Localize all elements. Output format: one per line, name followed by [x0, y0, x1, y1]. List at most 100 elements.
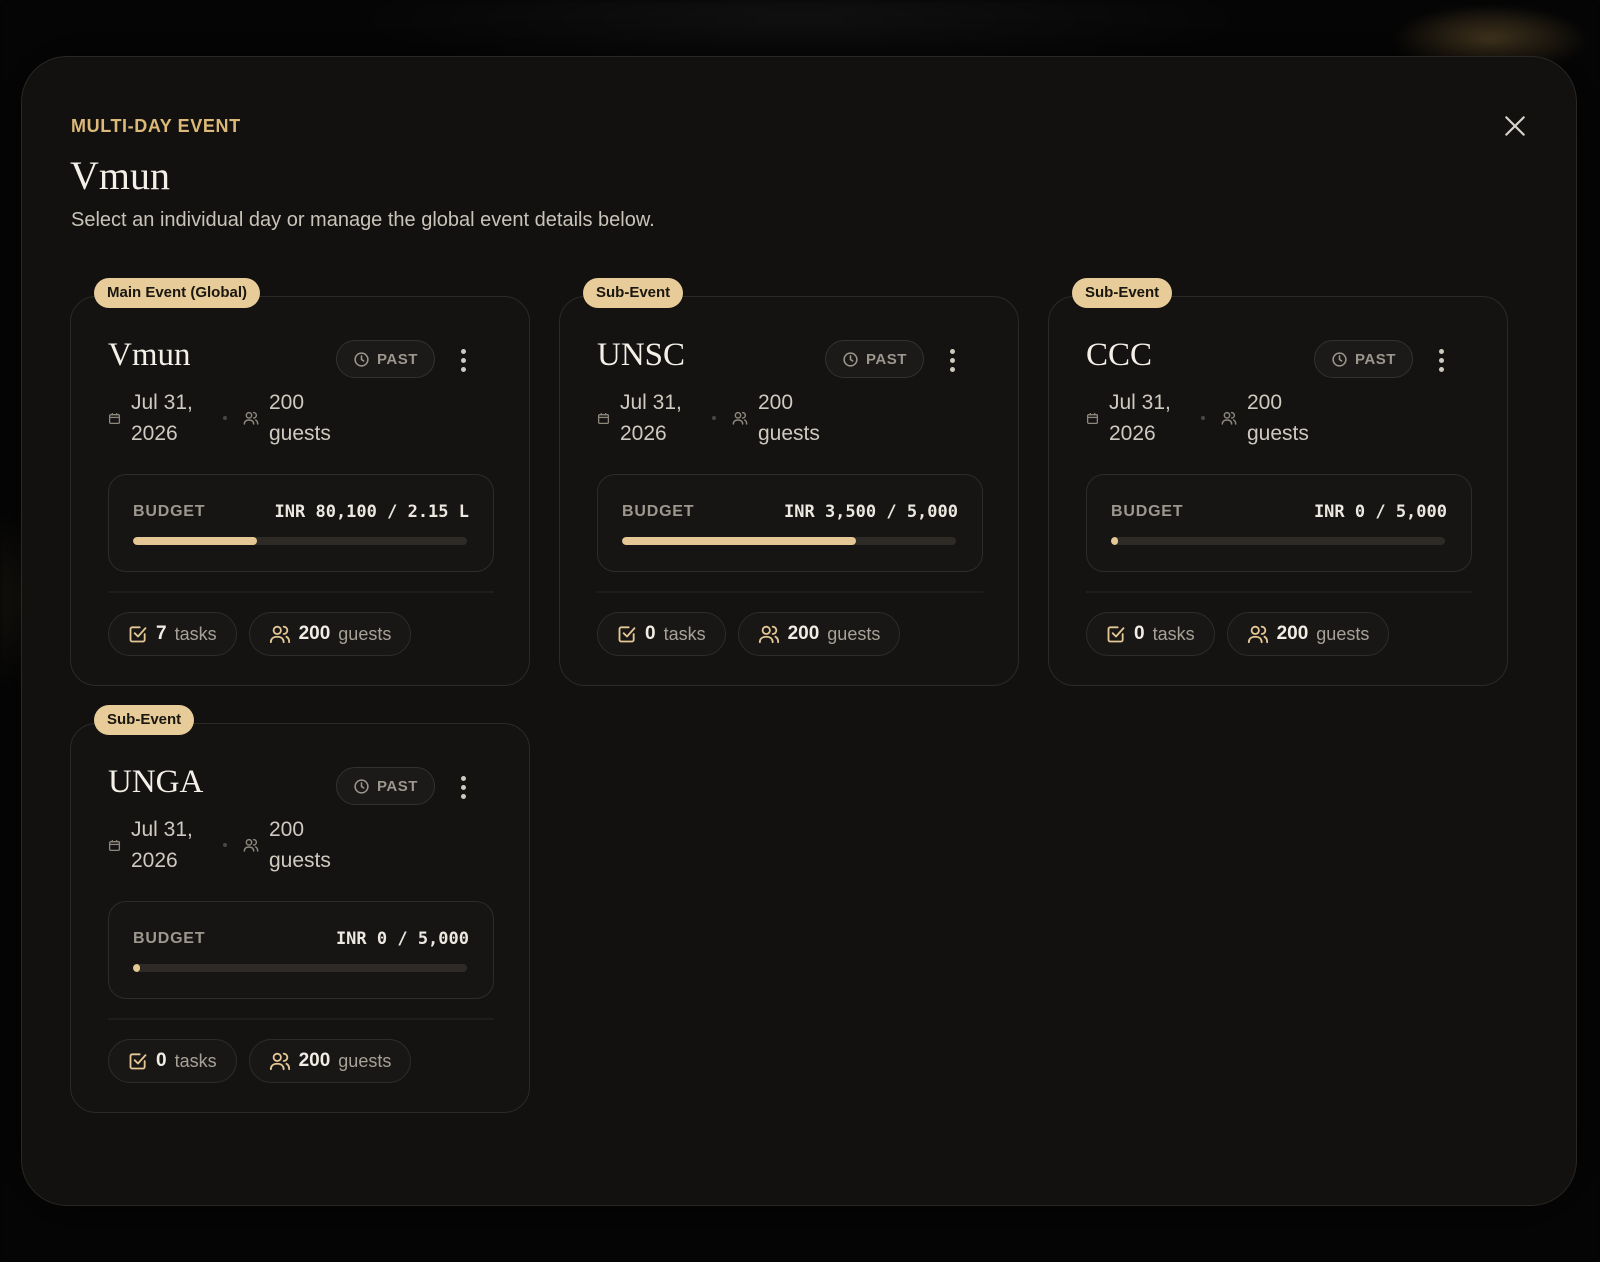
meta-separator [712, 416, 716, 420]
event-date: Jul 31, 2026 [131, 387, 207, 449]
close-icon [1505, 116, 1525, 136]
clock-icon [1332, 351, 1347, 367]
tasks-chip[interactable]: 0 tasks [108, 1039, 237, 1083]
more-vertical-icon [460, 775, 466, 781]
event-date: Jul 31, 2026 [620, 387, 696, 449]
card-chips: 7 tasks 200 guests [108, 612, 412, 656]
guests-count: 200 [787, 623, 820, 644]
modal-subtitle: Select an individual day or manage the g… [71, 209, 655, 231]
users-icon [269, 1052, 290, 1071]
guests-count: 200 [298, 1050, 331, 1071]
more-vertical-icon-dot [949, 366, 955, 372]
checkbox-icon [129, 1053, 147, 1070]
guests-suffix: guests [338, 1050, 392, 1071]
page-title: Vmun [70, 153, 170, 198]
guests-chip[interactable]: 200 guests [248, 1039, 412, 1083]
event-guests: 200 guests [758, 387, 820, 449]
checkbox-icon [129, 626, 147, 643]
event-card[interactable]: Sub-Event UNGA PAST Jul 31, 2026 200 gue… [70, 705, 530, 1113]
status-label: PAST [377, 350, 418, 368]
clock-icon [354, 351, 369, 367]
event-guests-line: 200 [1247, 391, 1283, 414]
more-options-button[interactable] [453, 770, 473, 804]
more-options-button[interactable] [942, 343, 962, 377]
status-label: PAST [866, 350, 907, 368]
more-vertical-icon [949, 348, 955, 354]
budget-label: BUDGET [133, 930, 206, 947]
card-chips: 0 tasks 200 guests [108, 1039, 412, 1083]
more-vertical-icon-dot [1438, 357, 1444, 363]
budget-label: BUDGET [133, 503, 206, 520]
more-options-button[interactable] [1431, 343, 1451, 377]
more-vertical-icon-dot [949, 357, 955, 363]
guests-suffix: guests [1316, 623, 1370, 644]
more-vertical-icon [1438, 348, 1444, 354]
event-name[interactable]: UNGA [108, 764, 203, 801]
users-icon [243, 838, 259, 852]
more-options-button[interactable] [453, 343, 473, 377]
budget-panel: BUDGET INR 0 / 5,000 [108, 901, 494, 999]
users-icon [758, 625, 779, 644]
users-icon [243, 411, 259, 425]
more-vertical-icon-dot [1438, 366, 1444, 372]
budget-panel: BUDGET INR 0 / 5,000 [1086, 474, 1472, 572]
more-vertical-icon-dot [460, 784, 466, 790]
close-button[interactable] [1498, 109, 1532, 143]
budget-progress-fill [133, 537, 257, 545]
tasks-chip[interactable]: 0 tasks [597, 612, 726, 656]
event-card[interactable]: Main Event (Global) Vmun PAST Jul 31, 20… [70, 278, 530, 686]
checkbox-icon [618, 626, 636, 643]
card-divider [1086, 591, 1472, 593]
guests-chip[interactable]: 200 guests [248, 612, 412, 656]
event-guests-line: 200 [758, 391, 794, 414]
tasks-suffix: tasks [174, 623, 217, 644]
users-icon [1247, 625, 1268, 644]
event-modal: MULTI-DAY EVENT Vmun Select an individua… [21, 56, 1577, 1206]
event-guests: 200 guests [269, 814, 331, 876]
calendar-icon [597, 412, 610, 424]
event-card[interactable]: Sub-Event UNSC PAST Jul 31, 2026 200 gue… [559, 278, 1019, 686]
budget-value: INR 0 / 5,000 [1313, 502, 1447, 522]
event-guests: 200 guests [269, 387, 331, 449]
event-type-badge: Sub-Event [1072, 278, 1173, 308]
guests-suffix: guests [827, 623, 881, 644]
event-date-line: 2026 [620, 422, 667, 445]
meta-separator [223, 416, 227, 420]
tasks-count: 0 [156, 1050, 167, 1071]
budget-label: BUDGET [1111, 503, 1184, 520]
event-date: Jul 31, 2026 [1109, 387, 1185, 449]
users-icon [269, 625, 290, 644]
budget-progress-fill [1111, 537, 1118, 545]
more-vertical-icon-dot [460, 366, 466, 372]
calendar-icon [1086, 412, 1099, 424]
event-name[interactable]: CCC [1086, 337, 1152, 374]
guests-count: 200 [298, 623, 331, 644]
event-guests-line: 200 [269, 391, 305, 414]
tasks-chip[interactable]: 7 tasks [108, 612, 237, 656]
card-chips: 0 tasks 200 guests [597, 612, 901, 656]
tasks-chip[interactable]: 0 tasks [1086, 612, 1215, 656]
budget-panel: BUDGET INR 80,100 / 2.15 L [108, 474, 494, 572]
event-card[interactable]: Sub-Event CCC PAST Jul 31, 2026 200 gues… [1048, 278, 1508, 686]
more-vertical-icon-dot [460, 793, 466, 799]
status-label: PAST [1355, 350, 1396, 368]
calendar-icon [108, 412, 121, 424]
guests-chip[interactable]: 200 guests [737, 612, 901, 656]
event-meta: Jul 31, 2026 200 guests [108, 387, 331, 449]
card-chips: 0 tasks 200 guests [1086, 612, 1390, 656]
card-divider [597, 591, 983, 593]
card-divider [108, 591, 494, 593]
event-name[interactable]: UNSC [597, 337, 685, 374]
event-type-badge: Sub-Event [94, 705, 195, 735]
event-name[interactable]: Vmun [108, 337, 191, 374]
guests-suffix: guests [338, 623, 392, 644]
clock-icon [354, 778, 369, 794]
event-date: Jul 31, 2026 [131, 814, 207, 876]
guests-chip[interactable]: 200 guests [1226, 612, 1390, 656]
event-date-line: 2026 [1109, 422, 1156, 445]
event-guests-line: guests [269, 849, 331, 872]
budget-value: INR 3,500 / 5,000 [784, 502, 958, 522]
budget-progress-fill [133, 964, 140, 972]
users-icon [1221, 411, 1237, 425]
event-guests-line: guests [1247, 422, 1309, 445]
